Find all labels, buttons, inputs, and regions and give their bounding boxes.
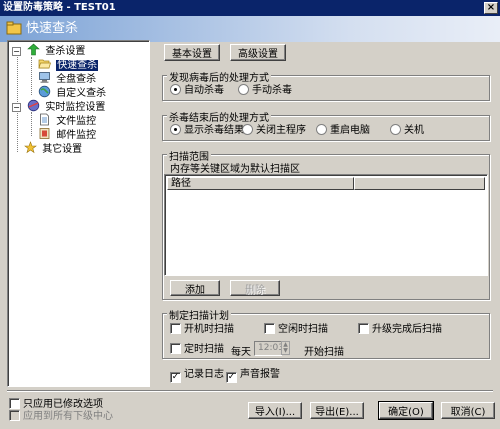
checkbox-box	[170, 343, 181, 354]
ok-button[interactable]: 确定(O)	[378, 401, 434, 420]
radio-dot	[238, 84, 249, 95]
checkbox-box: ✓	[226, 372, 237, 383]
checkbox-box	[170, 323, 181, 334]
folder-open-icon	[38, 59, 51, 69]
scan-scope-description: 内存等关键区域为默认扫描区	[170, 164, 300, 175]
window-title: 设置防毒策略 - TEST01	[3, 2, 116, 13]
export-button[interactable]: 导出(E)...	[310, 402, 364, 419]
tree-item-custom-scan[interactable]: 自定义查杀	[38, 85, 106, 99]
scan-after-upgrade-checkbox[interactable]: 升级完成后扫描	[358, 323, 442, 336]
radio-dot	[170, 124, 181, 135]
group-title: 制定扫描计划	[167, 307, 231, 322]
tree-item-label: 实时监控设置	[45, 102, 106, 113]
tree-item-label: 自定义查杀	[56, 88, 107, 99]
header-banner: 快速查杀	[0, 16, 500, 42]
advanced-settings-button[interactable]: 高级设置	[230, 44, 286, 61]
daily-label: 每天	[231, 347, 251, 358]
checkbox-label: 记录日志	[184, 369, 224, 380]
checkbox-label: 声音报警	[240, 369, 280, 380]
basic-settings-button[interactable]: 基本设置	[164, 44, 220, 61]
scan-on-startup-checkbox[interactable]: 开机时扫描	[170, 323, 234, 336]
start-scan-label: 开始扫描	[304, 347, 344, 358]
settings-dialog: 设置防毒策略 - TEST01 × 快速查杀 − 查杀设置 快速查杀 全盘查杀 …	[0, 0, 500, 429]
column-header-path[interactable]: 路径	[167, 177, 354, 190]
checkbox-box	[9, 398, 20, 409]
record-log-checkbox[interactable]: ✓ 记录日志	[170, 369, 224, 383]
footer-divider	[7, 390, 493, 392]
tree-line	[31, 112, 32, 136]
scan-on-idle-checkbox[interactable]: 空闲时扫描	[264, 323, 328, 336]
import-button[interactable]: 导入(I)...	[248, 402, 302, 419]
apply-subcenters-checkbox[interactable]: 应用到所有下级中心	[9, 410, 113, 423]
time-spinner[interactable]: ▲ ▼	[281, 341, 290, 355]
close-button[interactable]: ×	[484, 2, 498, 14]
sound-alarm-checkbox[interactable]: ✓ 声音报警	[226, 369, 280, 383]
radio-dot	[390, 124, 401, 135]
radio-label: 手动杀毒	[252, 85, 292, 96]
tree-item-full-scan[interactable]: 全盘查杀	[38, 71, 96, 85]
settings-tree: − 查杀设置 快速查杀 全盘查杀 自定义查杀 − 实时监控设置 文件监控 邮件监…	[7, 40, 150, 387]
tree-item-label: 其它设置	[42, 144, 83, 155]
tree-item-scan-settings[interactable]: − 查杀设置	[12, 43, 85, 57]
checkbox-box: ✓	[170, 372, 181, 383]
checkbox-label: 开机时扫描	[184, 324, 234, 335]
radio-label: 关机	[404, 125, 424, 136]
checkbox-label: 升级完成后扫描	[372, 324, 442, 335]
radio-shutdown[interactable]: 关机	[390, 124, 424, 137]
radio-label: 显示杀毒结果	[184, 125, 244, 136]
radio-auto-kill[interactable]: 自动杀毒	[170, 84, 224, 97]
radio-show-result[interactable]: 显示杀毒结果	[170, 124, 244, 137]
checkbox-label: 空闲时扫描	[278, 324, 328, 335]
tree-item-mail-monitor[interactable]: 邮件监控	[38, 127, 96, 141]
mail-icon	[39, 128, 50, 139]
collapse-toggle[interactable]: −	[12, 103, 21, 112]
scheduled-scan-checkbox[interactable]: 定时扫描	[170, 343, 224, 356]
radio-dot	[242, 124, 253, 135]
checkbox-box	[358, 323, 369, 334]
radio-restart[interactable]: 重启电脑	[316, 124, 370, 137]
checkbox-box	[264, 323, 275, 334]
add-path-button[interactable]: 添加	[170, 280, 220, 296]
monitor-globe-icon	[27, 99, 40, 112]
scan-path-list[interactable]: 路径	[164, 174, 488, 276]
checkbox-label: 应用到所有下级中心	[23, 411, 113, 422]
cancel-button[interactable]: 取消(C)	[441, 402, 495, 419]
globe-icon	[38, 85, 51, 98]
checkbox-label: 只应用已修改选项	[23, 399, 103, 410]
tree-item-label: 快速查杀	[56, 60, 99, 71]
star-icon	[24, 141, 37, 154]
delete-path-button[interactable]: 删除	[230, 280, 280, 296]
tree-item-file-monitor[interactable]: 文件监控	[38, 113, 96, 127]
tree-item-label: 邮件监控	[56, 130, 97, 141]
radio-label: 自动杀毒	[184, 85, 224, 96]
column-header-blank[interactable]	[354, 177, 485, 190]
group-title: 杀毒结束后的处理方式	[167, 109, 271, 124]
radio-close-program[interactable]: 关闭主程序	[242, 124, 306, 137]
tree-item-other-settings[interactable]: 其它设置	[24, 141, 82, 155]
page-title: 快速查杀	[26, 21, 79, 36]
radio-manual-kill[interactable]: 手动杀毒	[238, 84, 292, 97]
tree-line	[31, 57, 32, 95]
group-title: 发现病毒后的处理方式	[167, 69, 271, 84]
tree-item-label: 查杀设置	[45, 46, 86, 57]
tree-item-quick-scan[interactable]: 快速查杀	[38, 57, 99, 71]
tree-item-realtime-monitor[interactable]: − 实时监控设置	[12, 99, 105, 113]
shield-icon	[6, 21, 22, 35]
collapse-toggle[interactable]: −	[12, 47, 21, 56]
title-bar: 设置防毒策略 - TEST01 ×	[0, 0, 500, 16]
radio-dot	[316, 124, 327, 135]
checkbox-box	[9, 410, 20, 421]
tree-item-label: 全盘查杀	[56, 74, 97, 85]
tree-item-label: 文件监控	[56, 116, 97, 127]
checkbox-label: 定时扫描	[184, 344, 224, 355]
spin-down-icon[interactable]: ▼	[282, 348, 289, 354]
computer-icon	[39, 72, 50, 83]
radio-label: 重启电脑	[330, 125, 370, 136]
radio-label: 关闭主程序	[256, 125, 306, 136]
radio-dot	[170, 84, 181, 95]
schedule-time-input[interactable]: 12:03	[254, 341, 284, 356]
file-icon	[40, 113, 49, 126]
green-arrow-icon	[27, 43, 40, 56]
